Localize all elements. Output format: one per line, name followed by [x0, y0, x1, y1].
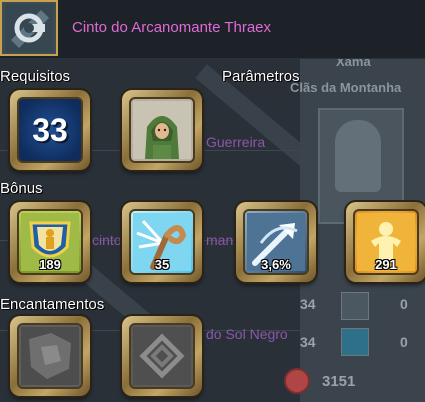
bonus-label: Bônus: [0, 180, 43, 197]
critical-bonus-value: 3,6%: [261, 257, 291, 272]
armor-bonus-frame[interactable]: 189: [10, 202, 90, 282]
tooltip-header: Cinto do Arcanomante Thraex: [0, 0, 425, 59]
bg-stat-c: 34: [300, 334, 316, 350]
enchantment-slot-2[interactable]: [122, 316, 202, 396]
magic-attack-bonus-frame[interactable]: 35: [122, 202, 202, 282]
hooded-warrior-icon: [129, 97, 195, 163]
bg-text-warrior: Guerreira: [206, 134, 266, 150]
enchantments-label: Encantamentos: [0, 296, 105, 313]
bg-health-icon: [284, 368, 310, 394]
level-requirement-frame[interactable]: 33: [10, 90, 90, 170]
bg-text-man: man: [206, 232, 234, 248]
bg-stat-icon: [341, 328, 369, 356]
bg-stat-d: 0: [400, 334, 408, 350]
health-figure-icon: 291: [353, 209, 419, 275]
magic-attack-bonus-value: 35: [154, 257, 170, 272]
critical-bonus-frame[interactable]: 3,6%: [236, 202, 316, 282]
bg-stat-b: 0: [400, 296, 408, 312]
bg-text-sol-negro: do Sol Negro: [206, 326, 288, 342]
health-bonus-frame[interactable]: 291: [346, 202, 425, 282]
armor-bonus-value: 189: [39, 257, 61, 272]
bg-text-cinto: cinto: [92, 232, 122, 248]
magic-staff-icon: 35: [129, 209, 195, 275]
item-name: Cinto do Arcanomante Thraex: [72, 19, 272, 36]
bg-hp-value: 3151: [322, 373, 356, 390]
parameters-label: Parâmetros: [222, 68, 300, 85]
bg-clan-name: Clãs da Montanha: [290, 80, 402, 95]
critical-strike-icon: 3,6%: [243, 209, 309, 275]
class-parameter-frame[interactable]: [122, 90, 202, 170]
level-requirement-value: 33: [32, 111, 68, 148]
requirements-label: Requisitos: [0, 68, 71, 85]
belt-icon: [0, 0, 58, 56]
level-icon: 33: [17, 97, 83, 163]
knot-rune-icon: [129, 323, 195, 389]
health-bonus-value: 291: [375, 257, 397, 272]
armor-shield-icon: 189: [17, 209, 83, 275]
bg-character-figure: [335, 120, 381, 192]
stone-rune-icon: [17, 323, 83, 389]
enchantment-slot-1[interactable]: [10, 316, 90, 396]
bg-stat-a: 34: [300, 296, 316, 312]
bg-stat-icon: [341, 292, 369, 320]
